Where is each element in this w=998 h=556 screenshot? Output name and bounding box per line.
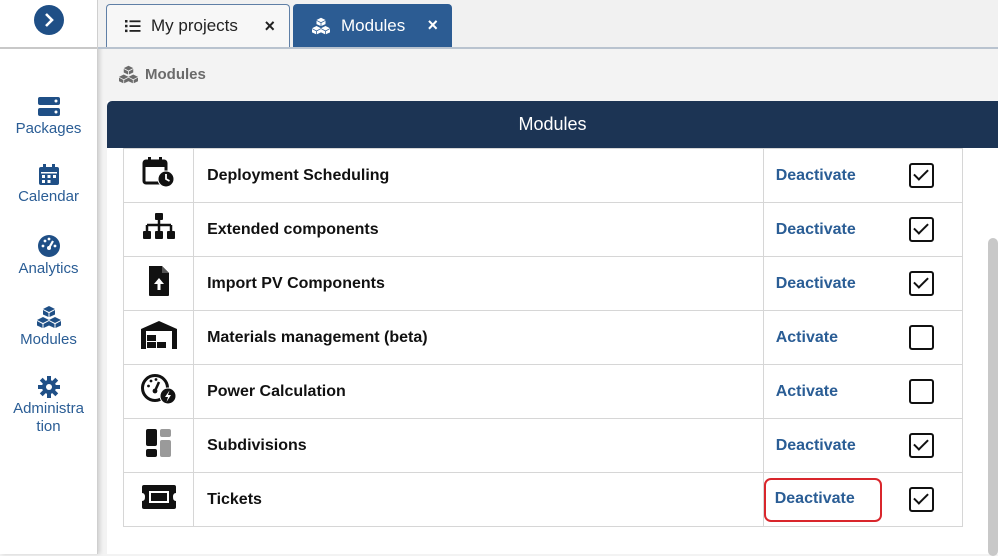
breadcrumb: Modules bbox=[118, 65, 206, 84]
table-row: Tickets Deactivate bbox=[122, 472, 963, 527]
table-row: Power Calculation Activate bbox=[122, 364, 963, 419]
sidebar: Packages Calendar Analytics Modules Admi… bbox=[0, 0, 98, 554]
ticket-icon bbox=[141, 485, 176, 509]
chevron-right-icon bbox=[45, 13, 54, 27]
deactivate-link[interactable]: Deactivate bbox=[776, 437, 856, 454]
module-name: Tickets bbox=[193, 472, 764, 527]
sidebar-item-label: Packages bbox=[15, 120, 82, 137]
module-checkbox[interactable] bbox=[909, 379, 935, 404]
sidebar-item-modules[interactable]: Modules bbox=[0, 305, 97, 348]
sidebar-toggle-area bbox=[0, 0, 97, 49]
sidebar-item-analytics[interactable]: Analytics bbox=[0, 234, 97, 277]
calendar-icon bbox=[38, 164, 59, 185]
tab-label: Modules bbox=[341, 15, 406, 35]
sidebar-item-administration[interactable]: Administra tion bbox=[0, 376, 97, 436]
module-checkbox[interactable] bbox=[909, 271, 935, 296]
gear-icon bbox=[37, 376, 60, 398]
module-checkbox[interactable] bbox=[909, 487, 935, 512]
table-row: Subdivisions Deactivate bbox=[122, 418, 963, 473]
activate-link[interactable]: Activate bbox=[776, 383, 838, 400]
breadcrumb-label: Modules bbox=[145, 66, 206, 83]
module-checkbox[interactable] bbox=[909, 217, 935, 242]
sidebar-item-label: Modules bbox=[20, 331, 77, 348]
sidebar-item-label: Administra tion bbox=[13, 400, 84, 435]
module-name: Subdivisions bbox=[193, 418, 764, 473]
highlight-box: Deactivate bbox=[763, 477, 882, 522]
table-row: Import PV Components Deactivate bbox=[122, 256, 963, 311]
module-name: Deployment Scheduling bbox=[193, 148, 764, 203]
tab-modules[interactable]: Modules × bbox=[293, 4, 452, 47]
modules-panel: Modules Deployment Scheduling Deactivate bbox=[107, 101, 998, 556]
cubes-icon bbox=[312, 17, 330, 34]
power-gauge-icon bbox=[140, 374, 177, 405]
subdivision-icon bbox=[145, 429, 171, 457]
panel-title: Modules bbox=[107, 101, 998, 148]
close-icon[interactable]: × bbox=[264, 16, 275, 37]
close-icon[interactable]: × bbox=[427, 15, 438, 36]
table-row: Deployment Scheduling Deactivate bbox=[122, 148, 963, 203]
sidebar-toggle-button[interactable] bbox=[34, 5, 64, 35]
sidebar-item-calendar[interactable]: Calendar bbox=[0, 164, 97, 205]
calendar-clock-icon bbox=[142, 157, 175, 188]
module-checkbox[interactable] bbox=[909, 433, 935, 458]
deactivate-link[interactable]: Deactivate bbox=[775, 490, 855, 507]
gauge-icon bbox=[37, 235, 60, 257]
module-name: Import PV Components bbox=[193, 256, 764, 311]
cubes-icon bbox=[36, 306, 61, 328]
table-row: Materials management (beta) Activate bbox=[122, 310, 963, 365]
warehouse-icon bbox=[140, 321, 177, 349]
scrollbar[interactable] bbox=[988, 238, 998, 556]
modules-table: Deployment Scheduling Deactivate Extende… bbox=[122, 148, 963, 527]
file-upload-icon bbox=[148, 266, 169, 296]
deactivate-link[interactable]: Deactivate bbox=[776, 167, 856, 184]
deactivate-link[interactable]: Deactivate bbox=[776, 221, 856, 238]
cubes-icon bbox=[119, 65, 138, 84]
server-icon bbox=[37, 97, 60, 116]
tab-label: My projects bbox=[151, 16, 238, 35]
sidebar-item-packages[interactable]: Packages bbox=[0, 96, 97, 137]
sidebar-item-label: Analytics bbox=[18, 260, 79, 277]
list-icon bbox=[125, 20, 141, 33]
module-checkbox[interactable] bbox=[909, 325, 935, 350]
sitemap-icon bbox=[142, 213, 175, 239]
module-checkbox[interactable] bbox=[909, 163, 935, 188]
tab-bar: My projects × Modules × bbox=[98, 0, 998, 49]
tab-my-projects[interactable]: My projects × bbox=[106, 4, 290, 47]
activate-link[interactable]: Activate bbox=[776, 329, 838, 346]
sidebar-item-label: Calendar bbox=[18, 188, 79, 205]
module-name: Power Calculation bbox=[193, 364, 764, 419]
module-name: Materials management (beta) bbox=[193, 310, 764, 365]
table-row: Extended components Deactivate bbox=[122, 202, 963, 257]
module-name: Extended components bbox=[193, 202, 764, 257]
deactivate-link[interactable]: Deactivate bbox=[776, 275, 856, 292]
